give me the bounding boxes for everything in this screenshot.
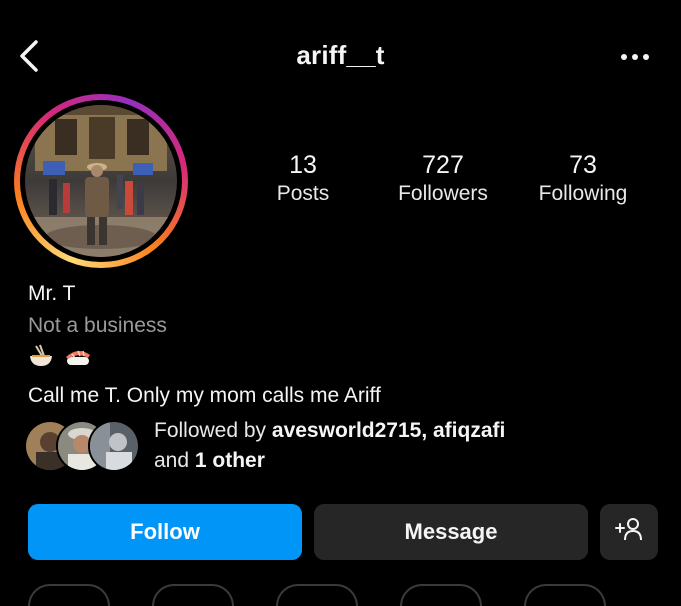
- add-person-icon: [614, 516, 644, 548]
- noodle-bowl-icon: [28, 344, 54, 373]
- more-horizontal-icon: [620, 48, 650, 66]
- posts-stat[interactable]: 13 Posts: [258, 150, 348, 208]
- avatar: [88, 420, 140, 472]
- highlight-item[interactable]: [152, 584, 234, 606]
- profile-username: ariff__t: [296, 40, 385, 70]
- highlight-item[interactable]: [524, 584, 606, 606]
- highlight-item[interactable]: [400, 584, 482, 606]
- category-label: Not a business: [28, 314, 167, 337]
- profile-stats: 13 Posts 727 Followers 73 Following: [240, 150, 660, 220]
- followed-by-text: Followed by avesworld2715, afiqzafi and …: [154, 416, 505, 476]
- followed-by-users: avesworld2715, afiqzafi: [271, 419, 506, 442]
- profile-photo: [25, 105, 177, 257]
- followed-by-prefix: Followed by: [154, 419, 272, 442]
- following-label: Following: [538, 182, 628, 205]
- followers-label: Followers: [398, 182, 488, 205]
- followed-by-section[interactable]: Followed by avesworld2715, afiqzafi and …: [24, 416, 664, 480]
- profile-bio: Mr. T Not a business Call me T. Only my …: [28, 280, 648, 410]
- story-ring[interactable]: [14, 94, 188, 268]
- posts-count: 13: [289, 151, 317, 179]
- highlight-item[interactable]: [28, 584, 110, 606]
- highlight-item[interactable]: [276, 584, 358, 606]
- followers-count: 727: [422, 151, 464, 179]
- bio-text: Call me T. Only my mom calls me Ariff: [28, 384, 381, 407]
- more-options-button[interactable]: [619, 46, 651, 68]
- followed-by-others: 1 other: [194, 449, 265, 472]
- avatar-gap: [20, 100, 182, 262]
- follow-button[interactable]: Follow: [28, 504, 302, 560]
- following-count: 73: [569, 151, 597, 179]
- bio-emoji-row: [28, 344, 648, 372]
- suggested-accounts-button[interactable]: [600, 504, 658, 560]
- followed-by-and: and: [154, 449, 195, 472]
- profile-actions: Follow Message: [28, 504, 658, 560]
- message-button[interactable]: Message: [314, 504, 588, 560]
- mutual-followers-avatars: [24, 420, 144, 472]
- followers-stat[interactable]: 727 Followers: [388, 150, 498, 208]
- display-name: Mr. T: [28, 282, 76, 305]
- story-highlights-row: [0, 584, 681, 606]
- sushi-icon: [64, 344, 92, 373]
- following-stat[interactable]: 73 Following: [528, 150, 638, 208]
- posts-label: Posts: [276, 182, 330, 205]
- avatar[interactable]: [25, 105, 177, 257]
